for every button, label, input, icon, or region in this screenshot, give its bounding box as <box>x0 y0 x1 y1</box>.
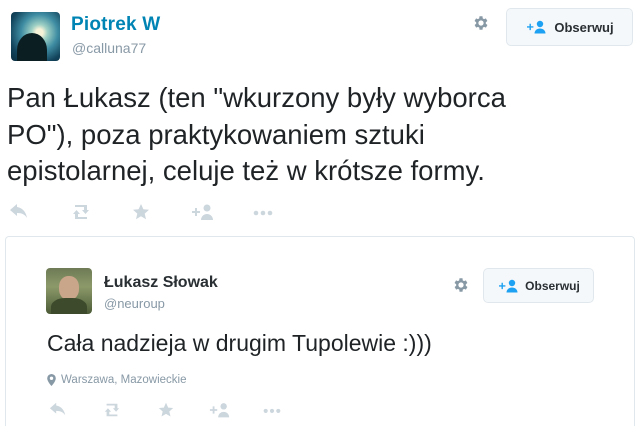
location-pin-icon <box>47 374 56 386</box>
gear-icon[interactable] <box>452 276 470 294</box>
follow-icon[interactable] <box>209 402 231 418</box>
quoted-author-avatar[interactable] <box>46 268 92 314</box>
favorite-icon[interactable] <box>157 402 175 418</box>
retweet-icon[interactable] <box>71 204 91 220</box>
follow-button[interactable]: Obserwuj <box>506 8 633 46</box>
author-name[interactable]: Piotrek W <box>71 14 160 36</box>
reply-icon[interactable] <box>9 204 29 220</box>
avatar-face <box>59 276 79 300</box>
follow-label: Obserwuj <box>525 278 580 293</box>
follow-label: Obserwuj <box>554 19 614 35</box>
quoted-tweet-actions <box>49 402 281 418</box>
retweet-icon[interactable] <box>103 402 121 418</box>
quoted-author-handle[interactable]: @neuroup <box>104 296 165 311</box>
tweet-actions <box>9 204 273 220</box>
quoted-follow-button[interactable]: Obserwuj <box>483 268 594 303</box>
gear-icon[interactable] <box>472 14 490 32</box>
author-handle[interactable]: @calluna77 <box>72 40 146 56</box>
reply-icon[interactable] <box>49 402 67 418</box>
more-icon[interactable] <box>253 204 273 220</box>
quoted-tweet-text: Cała nadzieja w drugim Tupolewie :))) <box>47 330 432 356</box>
follow-icon[interactable] <box>191 204 215 220</box>
more-icon[interactable] <box>263 402 281 418</box>
avatar-silhouette <box>17 33 47 61</box>
follow-person-icon <box>499 279 518 292</box>
tweet-location[interactable]: Warszawa, Mazowieckie <box>47 374 186 386</box>
tweet-text: Pan Łukasz (ten "wkurzony były wyborca P… <box>7 82 506 186</box>
quoted-author-name[interactable]: Łukasz Słowak <box>104 274 218 292</box>
follow-person-icon <box>527 20 546 34</box>
favorite-icon[interactable] <box>131 204 151 220</box>
location-label: Warszawa, Mazowieckie <box>61 374 187 386</box>
avatar-body <box>51 298 87 314</box>
author-avatar[interactable] <box>11 12 60 61</box>
